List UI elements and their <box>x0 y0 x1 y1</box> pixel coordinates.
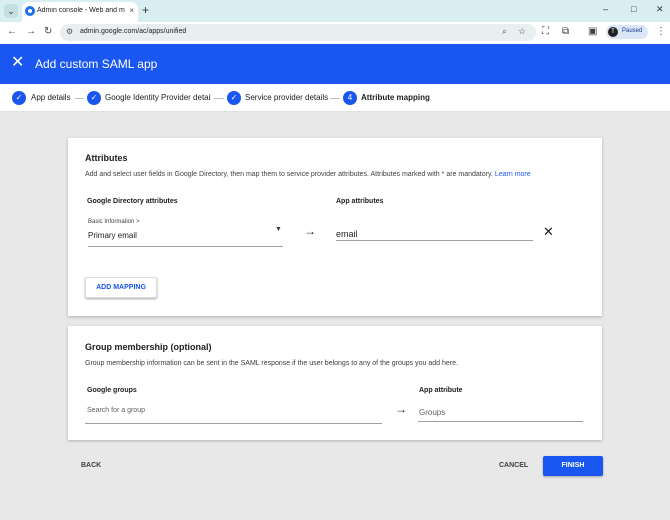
learn-more-link[interactable]: Learn more <box>495 171 531 178</box>
minimize-icon[interactable]: – <box>603 4 608 14</box>
tab-search-chevron-icon[interactable]: ⌄ <box>4 4 18 18</box>
step-connector <box>330 98 340 99</box>
profile-button[interactable]: T Paused <box>606 25 648 39</box>
app-attributes-header: App attributes <box>336 198 384 205</box>
tab-close-icon[interactable]: × <box>129 6 134 15</box>
bookmark-star-icon[interactable]: ☆ <box>518 26 526 37</box>
step-2-label: Google Identity Provider details <box>105 93 211 102</box>
step-3-label: Service provider details <box>245 93 329 102</box>
input-underline <box>418 421 583 422</box>
step-1-label: App details <box>31 93 71 102</box>
reload-icon[interactable]: ↻ <box>44 26 52 37</box>
group-membership-card: Group membership (optional) Group member… <box>68 326 602 440</box>
cancel-button[interactable]: CANCEL <box>499 462 528 469</box>
address-bar[interactable]: ⚙ admin.google.com/ac/apps/unified ⌕ ☆ <box>60 24 536 41</box>
close-icon[interactable]: ✕ <box>11 54 24 72</box>
step-1-check-icon: ✓ <box>12 91 26 105</box>
app-header: ✕ Add custom SAML app <box>0 44 670 84</box>
group-search-placeholder: Search for a group <box>87 407 145 414</box>
directory-attributes-header: Google Directory attributes <box>87 198 178 205</box>
extensions-icon[interactable]: ⧉ <box>562 26 569 37</box>
app-attribute-header: App attribute <box>419 387 463 394</box>
zoom-icon[interactable]: ⌕ <box>502 26 507 37</box>
browser-toolbar: ← → ↻ ⚙ admin.google.com/ac/apps/unified… <box>0 22 670 44</box>
new-tab-button[interactable]: + <box>142 3 149 17</box>
side-panel-icon[interactable]: ▣ <box>588 26 597 37</box>
browser-tab[interactable]: Admin console - Web and mobile apps × <box>22 2 138 22</box>
step-connector <box>214 98 224 99</box>
back-button[interactable]: BACK <box>81 462 101 469</box>
google-groups-header: Google groups <box>87 387 137 394</box>
browser-tabbar: ⌄ Admin console - Web and mobile apps × … <box>0 0 670 22</box>
window-close-icon[interactable]: ✕ <box>656 4 664 15</box>
select-category: Basic Information > <box>88 219 140 225</box>
browser-menu-icon[interactable]: ⋮ <box>656 26 666 37</box>
add-mapping-button[interactable]: ADD MAPPING <box>85 277 157 298</box>
attributes-description: Add and select user fields in Google Dir… <box>85 171 531 178</box>
select-underline <box>88 246 283 247</box>
avatar: T <box>608 27 618 37</box>
step-3-check-icon: ✓ <box>227 91 241 105</box>
tab-title: Admin console - Web and mobile apps <box>37 7 125 14</box>
attributes-title: Attributes <box>85 153 128 163</box>
dropdown-caret-icon[interactable]: ▼ <box>275 226 282 233</box>
stepper: ✓ App details ✓ Google Identity Provider… <box>0 84 670 112</box>
mapping-arrow-icon: → <box>304 224 316 238</box>
screen-capture-icon[interactable]: ⛶ <box>542 26 549 37</box>
forward-arrow-icon[interactable]: → <box>26 26 36 37</box>
maximize-icon[interactable]: □ <box>631 4 636 14</box>
step-connector <box>75 98 84 99</box>
input-underline <box>85 423 382 424</box>
app-attribute-value: email <box>336 229 358 239</box>
finish-button[interactable]: FINISH <box>543 456 603 476</box>
back-arrow-icon[interactable]: ← <box>7 26 17 37</box>
profile-status: Paused <box>622 28 643 34</box>
page-title: Add custom SAML app <box>35 57 158 71</box>
group-attribute-placeholder: Groups <box>419 408 446 417</box>
site-info-icon[interactable]: ⚙ <box>66 27 73 36</box>
group-arrow-icon: → <box>395 402 407 416</box>
group-membership-description: Group membership information can be sent… <box>85 360 458 367</box>
step-2-check-icon: ✓ <box>87 91 101 105</box>
remove-mapping-icon[interactable]: ✕ <box>543 224 554 240</box>
admin-console-favicon-icon <box>25 6 35 16</box>
input-underline <box>336 240 533 241</box>
group-membership-title: Group membership (optional) <box>85 342 212 352</box>
step-4-label: Attribute mapping <box>361 93 430 102</box>
step-4-number: 4 <box>343 91 357 105</box>
url-text: admin.google.com/ac/apps/unified <box>80 28 187 35</box>
attributes-card: Attributes Add and select user fields in… <box>68 138 602 316</box>
select-value: Primary email <box>88 231 137 240</box>
